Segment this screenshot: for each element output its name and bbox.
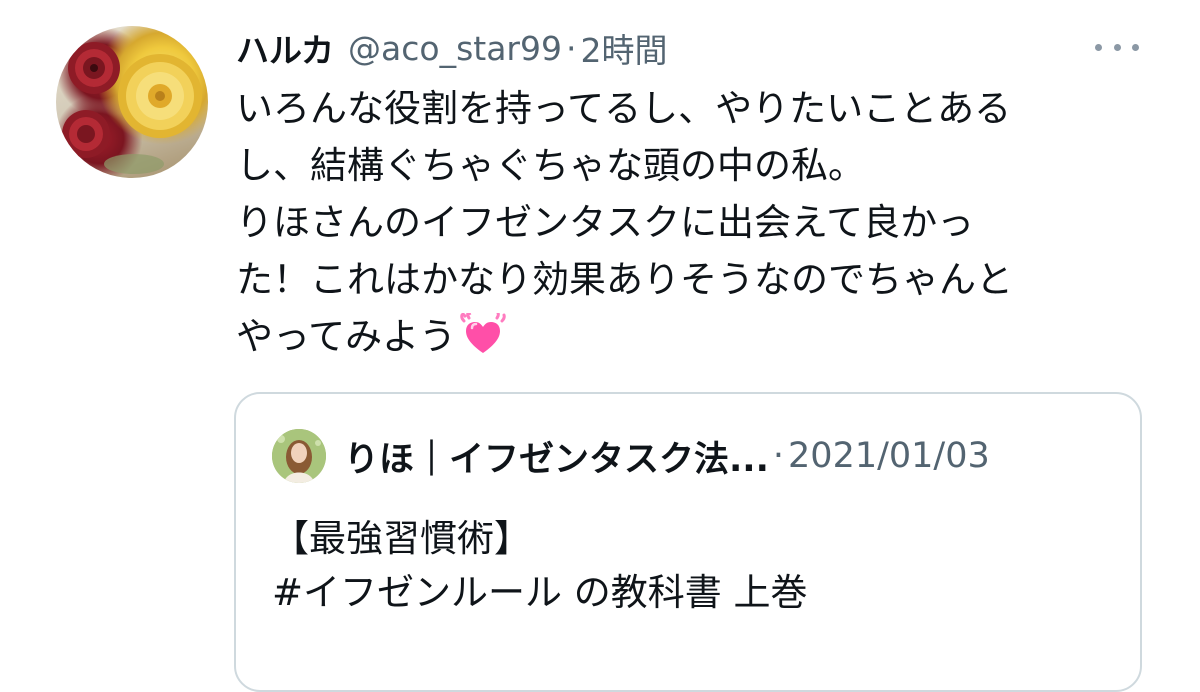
author-handle[interactable]: @aco_star99 xyxy=(348,29,562,68)
flower-avatar-icon xyxy=(62,42,202,174)
person-avatar-icon xyxy=(272,429,326,483)
tweet-text-line-last: やってみよう xyxy=(236,308,1136,365)
more-horizontal-icon-dot xyxy=(1113,43,1121,51)
more-horizontal-icon-dot xyxy=(1132,43,1139,51)
growing-heart-icon xyxy=(460,313,506,353)
quoted-tweet-date[interactable]: 2021/01/03 xyxy=(788,436,990,476)
tweet-text-line: りほさんのイフゼンタスクに出会えて良かっ xyxy=(236,201,975,244)
more-horizontal-icon-dot xyxy=(1095,43,1102,51)
tweet-text-line: いろんな役割を持ってるし、やりたいことある xyxy=(236,87,1012,130)
more-options-button[interactable] xyxy=(1095,36,1139,58)
tweet-text-line: やってみよう xyxy=(236,315,457,358)
quoted-tweet-card[interactable]: りほ｜イフゼンタスク法... · 2021/01/03 【最強習慣術】 #イフゼ… xyxy=(234,392,1142,692)
quoted-text-line: #イフゼンルール の教科書 上巻 xyxy=(272,571,808,614)
tweet-text-line: し、結構ぐちゃぐちゃな頭の中の私。 xyxy=(236,144,865,187)
quoted-tweet-header: りほ｜イフゼンタスク法... · 2021/01/03 xyxy=(272,428,990,484)
quoted-text-line: 【最強習慣術】 xyxy=(272,517,531,560)
quoted-tweet-text: 【最強習慣術】 #イフゼンルール の教科書 上巻 xyxy=(272,512,808,620)
tweet-timestamp[interactable]: 2時間 xyxy=(580,24,667,72)
quoted-author-avatar[interactable] xyxy=(272,429,326,483)
quoted-author-name[interactable]: りほ｜イフゼンタスク法... xyxy=(344,431,769,482)
tweet-text: いろんな役割を持ってるし、やりたいことある し、結構ぐちゃぐちゃな頭の中の私。 … xyxy=(236,80,1136,365)
author-display-name[interactable]: ハルカ xyxy=(236,24,334,72)
header-separator: · xyxy=(565,28,577,68)
quoted-header-separator: · xyxy=(772,436,785,476)
tweet-header: ハルカ @aco_star99 · 2時間 xyxy=(236,22,667,74)
tweet-text-line: た！これはかなり効果ありそうなのでちゃんと xyxy=(236,258,1013,301)
author-avatar[interactable] xyxy=(56,26,208,178)
